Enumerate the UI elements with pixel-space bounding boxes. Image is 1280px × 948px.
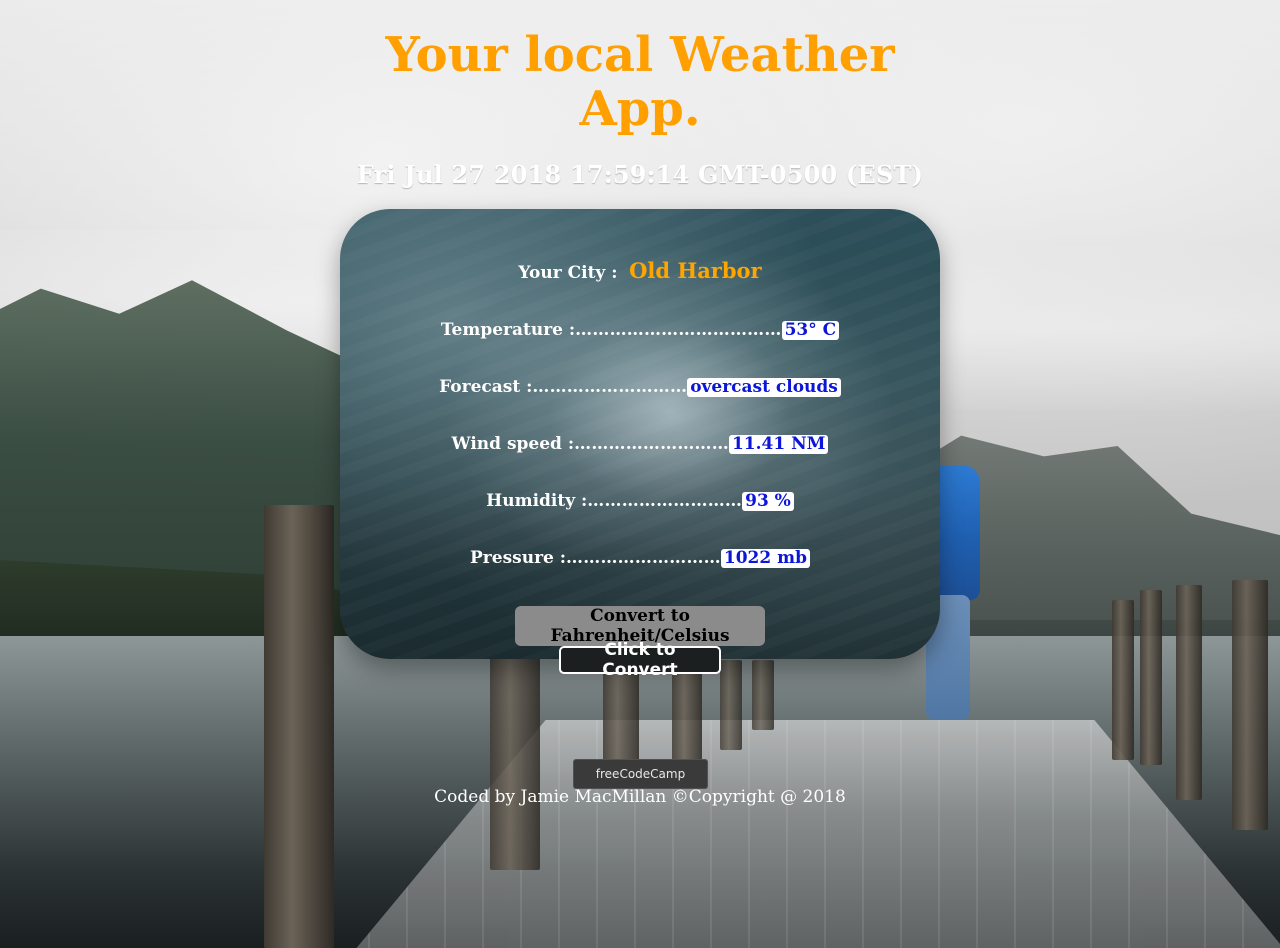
date-time: Fri Jul 27 2018 17:59:14 GMT-0500 (EST) [356, 160, 924, 189]
pressure-dots: ……………………… [566, 548, 721, 568]
wind-speed-dots: ……………………… [574, 434, 729, 454]
page-content: Your local Weather App. Fri Jul 27 2018 … [0, 0, 1280, 948]
wind-speed-value: 11.41 NM [728, 435, 829, 454]
humidity-value: 93 % [742, 492, 794, 511]
humidity-label: Humidity : [486, 491, 588, 511]
humidity-row: Humidity :……………………… 93 % [340, 491, 940, 511]
pressure-label: Pressure : [470, 548, 567, 568]
wind-speed-row: Wind speed :……………………… 11.41 NM [340, 434, 940, 454]
temperature-row: Temperature :……………………………… 53° C [340, 320, 940, 340]
pressure-value: 1022 mb [720, 549, 810, 568]
title-line-1: Your local Weather [385, 27, 895, 83]
title-line-2: App. [579, 81, 701, 137]
forecast-row: Forecast :……………………… overcast clouds [340, 377, 940, 397]
temperature-label: Temperature : [440, 320, 576, 340]
freecodecamp-button[interactable]: freeCodeCamp [573, 759, 708, 789]
city-value: Old Harbor [629, 258, 762, 283]
page-title: Your local Weather App. [0, 28, 1280, 136]
city-row: Your City : Old Harbor [340, 258, 940, 283]
convert-heading-line-1: Convert to [590, 606, 690, 626]
temperature-value: 53° C [781, 321, 840, 340]
footer-credit: Coded by Jamie MacMillan ©Copyright @ 20… [434, 787, 846, 807]
convert-units-button[interactable]: Click to Convert [559, 640, 721, 680]
city-label: Your City : [518, 263, 618, 283]
humidity-dots: ……………………… [587, 491, 743, 511]
forecast-value: overcast clouds [687, 378, 841, 397]
pressure-row: Pressure :……………………… 1022 mb [340, 548, 940, 568]
weather-card: Your City : Old Harbor Temperature :…………… [340, 209, 940, 659]
forecast-label: Forecast : [439, 377, 533, 397]
wind-speed-label: Wind speed : [451, 434, 575, 454]
temperature-dots: ……………………………… [575, 320, 782, 340]
forecast-dots: ……………………… [532, 377, 688, 397]
